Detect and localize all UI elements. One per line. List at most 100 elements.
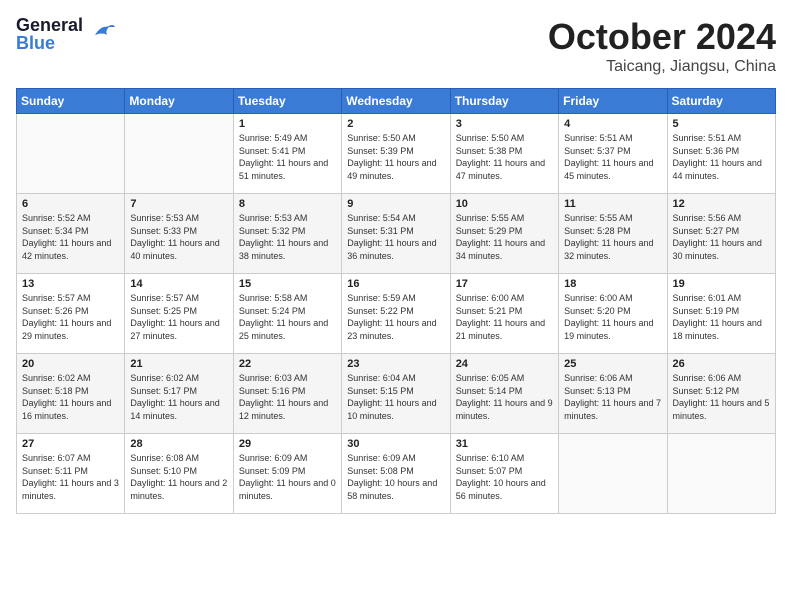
day-info: Sunrise: 6:06 AM Sunset: 5:13 PM Dayligh… (564, 372, 661, 422)
calendar-cell: 20 Sunrise: 6:02 AM Sunset: 5:18 PM Dayli… (17, 354, 125, 434)
day-number: 3 (456, 118, 553, 130)
day-info: Sunrise: 6:02 AM Sunset: 5:18 PM Dayligh… (22, 372, 119, 422)
day-info: Sunrise: 5:53 AM Sunset: 5:33 PM Dayligh… (130, 212, 227, 262)
weekday-header-thursday: Thursday (450, 89, 558, 114)
day-number: 1 (239, 118, 336, 130)
calendar-cell: 1 Sunrise: 5:49 AM Sunset: 5:41 PM Daylig… (233, 114, 341, 194)
day-info: Sunrise: 5:51 AM Sunset: 5:36 PM Dayligh… (673, 132, 770, 182)
calendar-cell: 29 Sunrise: 6:09 AM Sunset: 5:09 PM Dayli… (233, 434, 341, 514)
day-number: 16 (347, 278, 444, 290)
day-number: 30 (347, 438, 444, 450)
weekday-header-monday: Monday (125, 89, 233, 114)
calendar-cell: 4 Sunrise: 5:51 AM Sunset: 5:37 PM Daylig… (559, 114, 667, 194)
day-info: Sunrise: 6:07 AM Sunset: 5:11 PM Dayligh… (22, 452, 119, 502)
calendar-cell: 19Sunrise: 6:01 AM Sunset: 5:19 PM Dayli… (667, 274, 775, 354)
weekday-header-row: SundayMondayTuesdayWednesdayThursdayFrid… (17, 89, 776, 114)
calendar-cell: 28Sunrise: 6:08 AM Sunset: 5:10 PM Dayli… (125, 434, 233, 514)
calendar-cell: 13Sunrise: 5:57 AM Sunset: 5:26 PM Dayli… (17, 274, 125, 354)
day-number: 18 (564, 278, 661, 290)
day-number: 10 (456, 198, 553, 210)
day-number: 22 (239, 358, 336, 370)
day-number: 21 (130, 358, 227, 370)
day-info: Sunrise: 5:52 AM Sunset: 5:34 PM Dayligh… (22, 212, 119, 262)
day-info: Sunrise: 5:53 AM Sunset: 5:32 PM Dayligh… (239, 212, 336, 262)
calendar-cell: 14 Sunrise: 5:57 AM Sunset: 5:25 PM Dayli… (125, 274, 233, 354)
calendar-week-row: 27 Sunrise: 6:07 AM Sunset: 5:11 PM Dayli… (17, 434, 776, 514)
page-title: October 2024 (548, 16, 776, 58)
calendar-cell (667, 434, 775, 514)
weekday-header-friday: Friday (559, 89, 667, 114)
logo-bird-icon (87, 17, 117, 47)
day-number: 26 (673, 358, 770, 370)
day-number: 31 (456, 438, 553, 450)
logo-general: General (16, 16, 83, 34)
day-info: Sunrise: 6:09 AM Sunset: 5:09 PM Dayligh… (239, 452, 336, 502)
day-info: Sunrise: 5:57 AM Sunset: 5:25 PM Dayligh… (130, 292, 227, 342)
logo-blue: Blue (16, 34, 83, 52)
day-info: Sunrise: 6:01 AM Sunset: 5:19 PM Dayligh… (673, 292, 770, 342)
calendar-cell: 23 Sunrise: 6:04 AM Sunset: 5:15 PM Dayli… (342, 354, 450, 434)
day-number: 23 (347, 358, 444, 370)
day-info: Sunrise: 6:00 AM Sunset: 5:21 PM Dayligh… (456, 292, 553, 342)
day-info: Sunrise: 5:54 AM Sunset: 5:31 PM Dayligh… (347, 212, 444, 262)
day-info: Sunrise: 6:02 AM Sunset: 5:17 PM Dayligh… (130, 372, 227, 422)
page-subtitle: Taicang, Jiangsu, China (548, 58, 776, 76)
calendar-week-row: 1 Sunrise: 5:49 AM Sunset: 5:41 PM Daylig… (17, 114, 776, 194)
day-info: Sunrise: 5:49 AM Sunset: 5:41 PM Dayligh… (239, 132, 336, 182)
day-number: 24 (456, 358, 553, 370)
calendar-cell: 30 Sunrise: 6:09 AM Sunset: 5:08 PM Dayli… (342, 434, 450, 514)
day-number: 6 (22, 198, 119, 210)
logo: General Blue (16, 16, 117, 52)
day-info: Sunrise: 5:58 AM Sunset: 5:24 PM Dayligh… (239, 292, 336, 342)
calendar-cell (559, 434, 667, 514)
title-block: October 2024 Taicang, Jiangsu, China (548, 16, 776, 76)
page-header: General Blue October 2024 Taicang, Jiang… (16, 16, 776, 76)
calendar-cell: 15Sunrise: 5:58 AM Sunset: 5:24 PM Dayli… (233, 274, 341, 354)
calendar-cell: 17 Sunrise: 6:00 AM Sunset: 5:21 PM Dayli… (450, 274, 558, 354)
day-number: 20 (22, 358, 119, 370)
day-number: 7 (130, 198, 227, 210)
calendar-cell: 11Sunrise: 5:55 AM Sunset: 5:28 PM Dayli… (559, 194, 667, 274)
calendar-cell: 22 Sunrise: 6:03 AM Sunset: 5:16 PM Dayli… (233, 354, 341, 434)
day-info: Sunrise: 5:50 AM Sunset: 5:38 PM Dayligh… (456, 132, 553, 182)
day-info: Sunrise: 5:51 AM Sunset: 5:37 PM Dayligh… (564, 132, 661, 182)
calendar-cell: 2 Sunrise: 5:50 AM Sunset: 5:39 PM Daylig… (342, 114, 450, 194)
day-number: 27 (22, 438, 119, 450)
weekday-header-tuesday: Tuesday (233, 89, 341, 114)
calendar-cell: 18Sunrise: 6:00 AM Sunset: 5:20 PM Dayli… (559, 274, 667, 354)
calendar-cell: 16 Sunrise: 5:59 AM Sunset: 5:22 PM Dayli… (342, 274, 450, 354)
calendar-cell: 9Sunrise: 5:54 AM Sunset: 5:31 PM Daylig… (342, 194, 450, 274)
day-info: Sunrise: 6:04 AM Sunset: 5:15 PM Dayligh… (347, 372, 444, 422)
day-info: Sunrise: 6:08 AM Sunset: 5:10 PM Dayligh… (130, 452, 227, 502)
calendar-week-row: 20 Sunrise: 6:02 AM Sunset: 5:18 PM Dayli… (17, 354, 776, 434)
day-info: Sunrise: 6:06 AM Sunset: 5:12 PM Dayligh… (673, 372, 770, 422)
day-number: 25 (564, 358, 661, 370)
calendar-cell: 24 Sunrise: 6:05 AM Sunset: 5:14 PM Dayli… (450, 354, 558, 434)
day-info: Sunrise: 5:59 AM Sunset: 5:22 PM Dayligh… (347, 292, 444, 342)
day-number: 8 (239, 198, 336, 210)
day-info: Sunrise: 5:56 AM Sunset: 5:27 PM Dayligh… (673, 212, 770, 262)
day-number: 29 (239, 438, 336, 450)
calendar-cell: 8 Sunrise: 5:53 AM Sunset: 5:32 PM Daylig… (233, 194, 341, 274)
day-number: 4 (564, 118, 661, 130)
calendar-cell: 10 Sunrise: 5:55 AM Sunset: 5:29 PM Dayli… (450, 194, 558, 274)
calendar-cell: 7 Sunrise: 5:53 AM Sunset: 5:33 PM Daylig… (125, 194, 233, 274)
day-info: Sunrise: 5:50 AM Sunset: 5:39 PM Dayligh… (347, 132, 444, 182)
calendar-cell: 12Sunrise: 5:56 AM Sunset: 5:27 PM Dayli… (667, 194, 775, 274)
calendar-table: SundayMondayTuesdayWednesdayThursdayFrid… (16, 88, 776, 514)
day-number: 11 (564, 198, 661, 210)
calendar-cell: 21 Sunrise: 6:02 AM Sunset: 5:17 PM Dayli… (125, 354, 233, 434)
day-number: 14 (130, 278, 227, 290)
day-info: Sunrise: 6:05 AM Sunset: 5:14 PM Dayligh… (456, 372, 553, 422)
day-info: Sunrise: 5:55 AM Sunset: 5:29 PM Dayligh… (456, 212, 553, 262)
day-info: Sunrise: 6:03 AM Sunset: 5:16 PM Dayligh… (239, 372, 336, 422)
day-info: Sunrise: 6:09 AM Sunset: 5:08 PM Dayligh… (347, 452, 444, 502)
day-number: 13 (22, 278, 119, 290)
weekday-header-wednesday: Wednesday (342, 89, 450, 114)
calendar-cell (17, 114, 125, 194)
day-number: 2 (347, 118, 444, 130)
calendar-week-row: 6 Sunrise: 5:52 AM Sunset: 5:34 PM Daylig… (17, 194, 776, 274)
weekday-header-saturday: Saturday (667, 89, 775, 114)
calendar-cell: 25 Sunrise: 6:06 AM Sunset: 5:13 PM Dayli… (559, 354, 667, 434)
day-number: 17 (456, 278, 553, 290)
